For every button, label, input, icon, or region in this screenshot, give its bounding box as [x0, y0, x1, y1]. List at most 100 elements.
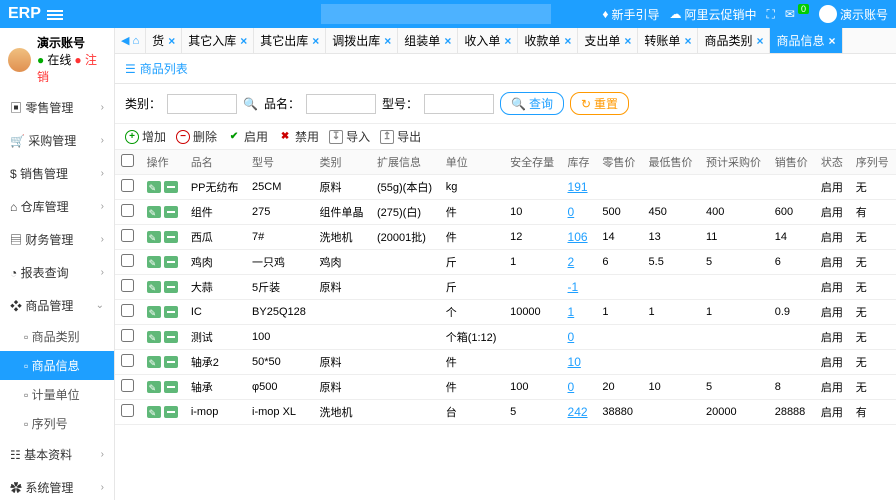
tab-0[interactable]: 货 × — [146, 28, 182, 53]
delete-row-icon[interactable] — [164, 381, 178, 393]
filter-name-input[interactable] — [306, 94, 376, 114]
menu-1[interactable]: 🛒 采购管理› — [0, 124, 114, 157]
menu-0[interactable]: ▣ 零售管理› — [0, 91, 114, 124]
submenu-0[interactable]: ▫ 商品类别 — [0, 322, 114, 351]
delete-row-icon[interactable] — [164, 281, 178, 293]
edit-icon[interactable] — [147, 181, 161, 193]
menu-4[interactable]: ▤ 财务管理› — [0, 223, 114, 256]
disable-button[interactable]: ✖禁用 — [278, 128, 319, 145]
export-button[interactable]: ↥导出 — [380, 128, 421, 145]
edit-icon[interactable] — [147, 281, 161, 293]
submenu-3[interactable]: ▫ 序列号 — [0, 409, 114, 438]
import-button[interactable]: ↧导入 — [329, 128, 370, 145]
tab-close-icon[interactable]: × — [684, 34, 691, 48]
filter-model-input[interactable] — [424, 94, 494, 114]
tab-home[interactable]: ◀ ⌂ — [115, 28, 146, 53]
fullscreen-icon[interactable]: ⛶ — [767, 7, 775, 22]
stock-link[interactable]: 242 — [568, 405, 588, 419]
row-checkbox[interactable] — [121, 379, 134, 392]
panel-title: ☰ 商品列表 — [115, 54, 896, 84]
tab-close-icon[interactable]: × — [504, 34, 511, 48]
menu-6[interactable]: ❖ 商品管理⌄ — [0, 289, 114, 322]
row-checkbox[interactable] — [121, 304, 134, 317]
row-checkbox[interactable] — [121, 279, 134, 292]
tab-8[interactable]: 转账单 × — [638, 28, 698, 53]
stock-link[interactable]: -1 — [568, 280, 579, 294]
row-checkbox[interactable] — [121, 229, 134, 242]
row-checkbox[interactable] — [121, 329, 134, 342]
edit-icon[interactable] — [147, 256, 161, 268]
enable-button[interactable]: ✔启用 — [227, 128, 268, 145]
delete-row-icon[interactable] — [164, 356, 178, 368]
menu-3[interactable]: ⌂ 仓库管理› — [0, 190, 114, 223]
global-search-input[interactable] — [321, 4, 551, 24]
add-button[interactable]: +增加 — [125, 128, 166, 145]
stock-link[interactable]: 106 — [568, 230, 588, 244]
row-checkbox[interactable] — [121, 204, 134, 217]
row-checkbox[interactable] — [121, 179, 134, 192]
stock-link[interactable]: 191 — [568, 180, 588, 194]
delete-row-icon[interactable] — [164, 231, 178, 243]
stock-link[interactable]: 2 — [568, 255, 575, 269]
edit-icon[interactable] — [147, 406, 161, 418]
delete-row-icon[interactable] — [164, 331, 178, 343]
edit-icon[interactable] — [147, 206, 161, 218]
tab-close-icon[interactable]: × — [384, 34, 391, 48]
col-ext: 扩展信息 — [371, 150, 440, 175]
select-all-checkbox[interactable] — [121, 154, 134, 167]
stock-link[interactable]: 1 — [568, 305, 575, 319]
row-checkbox[interactable] — [121, 404, 134, 417]
tab-close-icon[interactable]: × — [240, 34, 247, 48]
menu-5[interactable]: ◔ 报表查询› — [0, 256, 114, 289]
tab-3[interactable]: 调拨出库 × — [326, 28, 398, 53]
tab-close-icon[interactable]: × — [756, 34, 763, 48]
stock-link[interactable]: 0 — [568, 380, 575, 394]
tab-close-icon[interactable]: × — [829, 34, 836, 48]
table-row: 西瓜7#洗地机(20001批)件1210614131114启用无 — [115, 225, 896, 250]
edit-icon[interactable] — [147, 331, 161, 343]
edit-icon[interactable] — [147, 381, 161, 393]
guide-link[interactable]: ♦ 新手引导 — [602, 6, 659, 23]
tab-close-icon[interactable]: × — [312, 34, 319, 48]
tab-close-icon[interactable]: × — [444, 34, 451, 48]
edit-icon[interactable] — [147, 306, 161, 318]
tab-10[interactable]: 商品信息 × — [770, 28, 842, 53]
cat-search-icon[interactable]: 🔍 — [243, 97, 258, 111]
tab-close-icon[interactable]: × — [168, 34, 175, 48]
stock-link[interactable]: 10 — [568, 355, 581, 369]
menu-8[interactable]: ✿ 系统管理› — [0, 471, 114, 500]
tab-6[interactable]: 收款单 × — [518, 28, 578, 53]
user-menu[interactable]: 演示账号 — [819, 5, 888, 23]
submenu-1[interactable]: ▫ 商品信息 — [0, 351, 114, 380]
tab-close-icon[interactable]: × — [624, 34, 631, 48]
reset-button[interactable]: ↻ 重置 — [570, 92, 629, 115]
col-cost: 预计采购价 — [700, 150, 769, 175]
row-checkbox[interactable] — [121, 354, 134, 367]
delete-row-icon[interactable] — [164, 181, 178, 193]
edit-icon[interactable] — [147, 356, 161, 368]
search-button[interactable]: 🔍 查询 — [500, 92, 564, 115]
tab-2[interactable]: 其它出库 × — [254, 28, 326, 53]
delete-button[interactable]: −删除 — [176, 128, 217, 145]
message-icon[interactable]: ✉0 — [785, 7, 809, 21]
submenu-2[interactable]: ▫ 计量单位 — [0, 380, 114, 409]
filter-cat-input[interactable] — [167, 94, 237, 114]
delete-row-icon[interactable] — [164, 206, 178, 218]
delete-row-icon[interactable] — [164, 256, 178, 268]
tab-1[interactable]: 其它入库 × — [182, 28, 254, 53]
promo-link[interactable]: ☁ 阿里云促销中 — [669, 6, 756, 23]
tab-5[interactable]: 收入单 × — [458, 28, 518, 53]
tab-close-icon[interactable]: × — [564, 34, 571, 48]
row-checkbox[interactable] — [121, 254, 134, 267]
tab-4[interactable]: 组装单 × — [398, 28, 458, 53]
menu-2[interactable]: $ 销售管理› — [0, 157, 114, 190]
delete-row-icon[interactable] — [164, 406, 178, 418]
tab-7[interactable]: 支出单 × — [578, 28, 638, 53]
delete-row-icon[interactable] — [164, 306, 178, 318]
stock-link[interactable]: 0 — [568, 330, 575, 344]
edit-icon[interactable] — [147, 231, 161, 243]
stock-link[interactable]: 0 — [568, 205, 575, 219]
menu-7[interactable]: ☷ 基本资料› — [0, 438, 114, 471]
tab-9[interactable]: 商品类别 × — [698, 28, 770, 53]
menu-toggle-icon[interactable] — [47, 8, 63, 20]
